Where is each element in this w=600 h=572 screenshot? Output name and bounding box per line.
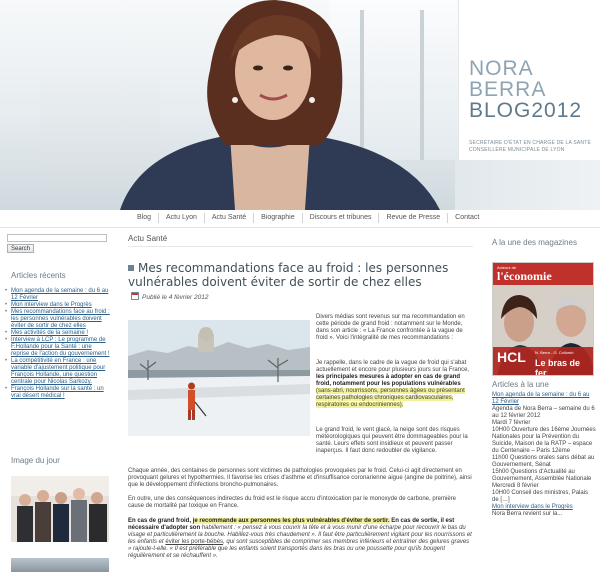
featured-article-text: 10H00 Ouverture des 16ème Journées Natio… bbox=[492, 427, 596, 454]
featured-articles-heading: Articles à la une bbox=[492, 380, 549, 389]
featured-article-text: Nora Berra revient sur la... bbox=[492, 511, 563, 517]
paragraph-3: Le grand froid, le vent glacé, la neige … bbox=[316, 427, 468, 454]
divider bbox=[128, 246, 473, 247]
featured-article-text: 11h00 Questions orales sans débat au Gou… bbox=[492, 455, 595, 468]
post-date-text: Publié le 4 février 2012 bbox=[142, 294, 209, 301]
magazine-names: N. Berra - G. Collomb bbox=[535, 350, 574, 355]
recent-article-link[interactable]: La compétitivité en France : une variabl… bbox=[5, 358, 111, 386]
nav-item-blog[interactable]: Blog bbox=[130, 213, 160, 223]
recent-article-link[interactable]: Mon agenda de la semaine : du 6 au 12 Fé… bbox=[5, 288, 111, 302]
right-sidebar: A la une des magazines Acteurs de l'écon… bbox=[478, 228, 600, 572]
recent-articles-list: Mon agenda de la semaine : du 6 au 12 Fé… bbox=[5, 288, 111, 400]
blog-subtitle-line-1: SECRÉTAIRE D'ÉTAT EN CHARGE DE LA SANTÉ bbox=[469, 140, 592, 146]
magazine-title: l'économie bbox=[497, 269, 552, 283]
featured-article-text: Mardi 7 février bbox=[492, 420, 531, 426]
blog-subtitle: SECRÉTAIRE D'ÉTAT EN CHARGE DE LA SANTÉ … bbox=[469, 140, 597, 154]
recent-article-link[interactable]: François Hollande sur la santé : un vrai… bbox=[5, 386, 111, 400]
featured-article-link[interactable]: Mon interview dans le Progrès bbox=[492, 504, 596, 511]
nav-item-discours[interactable]: Discours et tribunes bbox=[303, 213, 380, 223]
paragraph-6-link[interactable]: éviter les porte-bébés bbox=[165, 539, 223, 545]
main-nav: Blog Actu Lyon Actu Santé Biographie Dis… bbox=[0, 210, 600, 228]
blog-title-line-1: NORA bbox=[469, 57, 534, 80]
recent-article-link[interactable]: Interview à LCP : Le programme de F.Holl… bbox=[5, 337, 111, 358]
paragraph-6-highlight: je recommande aux personnes les plus vul… bbox=[192, 518, 390, 524]
paragraph-4: Chaque année, des centaines de personnes… bbox=[128, 468, 472, 488]
nav-item-revue-presse[interactable]: Revue de Presse bbox=[379, 213, 449, 223]
featured-article-text: Agenda de Nora Berra – semaine du 6 au 1… bbox=[492, 406, 595, 419]
magazine-hcl: HCL bbox=[497, 349, 526, 365]
main-content: Actu Santé Mes recommandations face au f… bbox=[120, 228, 478, 572]
paragraph-2-highlight: (sans-abri, nourrissons, personnes âgées… bbox=[316, 388, 465, 408]
header-banner: NORA BERRA BLOG2012 SECRÉTAIRE D'ÉTAT EN… bbox=[0, 0, 600, 210]
paragraph-2-bold: les principales mesures à adopter en cas… bbox=[316, 374, 461, 387]
calendar-icon bbox=[131, 292, 139, 300]
blog-title-box: NORA BERRA BLOG2012 SECRÉTAIRE D'ÉTAT EN… bbox=[458, 0, 600, 160]
recent-article-link[interactable]: Mes activités de la semaine ! bbox=[5, 330, 111, 337]
portrait-photo bbox=[120, 0, 440, 210]
paragraph-6-a: En cas de grand froid, bbox=[128, 518, 193, 524]
category-label: Actu Santé bbox=[128, 234, 168, 243]
image-of-day[interactable] bbox=[11, 476, 109, 542]
magazines-heading: A la une des magazines bbox=[492, 238, 577, 247]
paragraph-5: En outre, une des conséquences indirecte… bbox=[128, 496, 457, 509]
blog-title-line-2: BERRA bbox=[469, 78, 547, 101]
post-title[interactable]: Mes recommandations face au froid : les … bbox=[128, 261, 458, 289]
post-title-text: Mes recommandations face au froid : les … bbox=[128, 261, 449, 289]
recent-article-link[interactable]: Mon interview dans le Progrès bbox=[5, 302, 111, 309]
recent-article-link[interactable]: Mes recommandations face au froid : les … bbox=[5, 309, 111, 330]
featured-article-text: 15h00 Questions d'Actualité au Gouvernem… bbox=[492, 469, 592, 482]
recent-articles-heading: Articles récents bbox=[11, 271, 66, 280]
blog-title-year: 2012 bbox=[531, 99, 583, 122]
search-button[interactable]: Search bbox=[7, 244, 35, 253]
magazine-cover[interactable]: Acteurs de l'économie HCL N. Berra - G. … bbox=[492, 262, 594, 376]
nav-item-actu-sante[interactable]: Actu Santé bbox=[205, 213, 255, 223]
post-date: Publié le 4 février 2012 bbox=[131, 292, 209, 301]
title-square-icon bbox=[128, 265, 134, 271]
blog-title-prefix: BLOG bbox=[469, 99, 532, 122]
nav-list: Blog Actu Lyon Actu Santé Biographie Dis… bbox=[130, 213, 486, 223]
paragraph-2: Je rappelle, dans le cadre de la vague d… bbox=[316, 360, 470, 409]
featured-article-text: 10H00 Conseil des ministres, Palais de [… bbox=[492, 490, 589, 503]
search-input[interactable] bbox=[7, 234, 107, 242]
featured-article-link[interactable]: Mon agenda de la semaine : du 6 au 12 Fé… bbox=[492, 392, 596, 406]
image-of-day-secondary bbox=[11, 558, 109, 572]
image-of-day-heading: Image du jour bbox=[11, 456, 60, 465]
paragraph-6: En cas de grand froid, je recommande aux… bbox=[128, 518, 473, 560]
nav-item-actu-lyon[interactable]: Actu Lyon bbox=[159, 213, 205, 223]
blog-subtitle-line-2: CONSEILLÈRE MUNICIPALE DE LYON bbox=[469, 147, 565, 153]
article-photo bbox=[128, 320, 310, 436]
magazine-tagline: Le bras de fer bbox=[535, 358, 581, 376]
featured-article-text: Mercredi 8 février bbox=[492, 483, 539, 489]
paragraph-1: Divers médias sont revenus sur ma recomm… bbox=[316, 314, 465, 341]
paragraph-2-a: Je rappelle, dans le cadre de la vague d… bbox=[316, 360, 470, 373]
featured-articles-list: Mon agenda de la semaine : du 6 au 12 Fé… bbox=[492, 392, 596, 518]
image-of-day-photo bbox=[11, 476, 109, 542]
nav-item-contact[interactable]: Contact bbox=[448, 213, 486, 223]
blog-title-line-3: BLOG2012 bbox=[469, 100, 582, 121]
nav-item-biographie[interactable]: Biographie bbox=[254, 213, 303, 223]
